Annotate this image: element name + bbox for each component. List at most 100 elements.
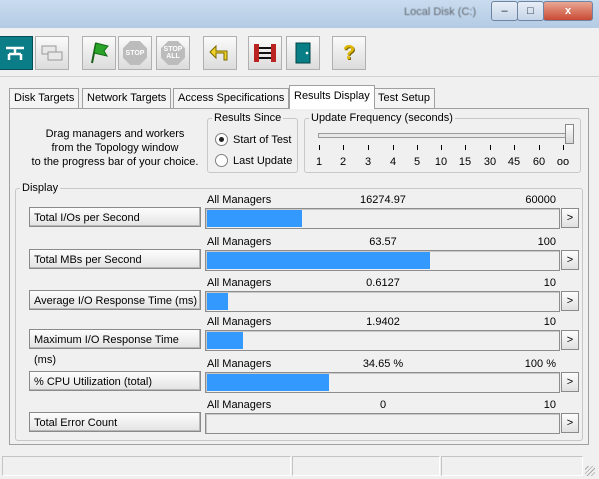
resize-grip[interactable]: [585, 466, 595, 476]
metric-button[interactable]: Total Error Count: [29, 412, 201, 432]
bar-max-value: 100: [537, 236, 556, 248]
update-frequency-legend: Update Frequency (seconds): [311, 112, 453, 124]
drag-hint: Drag managers and workers from the Topol…: [31, 128, 199, 168]
slider-tick-label: 60: [532, 156, 546, 168]
title-bar: Local Disk (C:) – □ x: [0, 0, 599, 29]
slider-tick-mark: [441, 145, 442, 150]
bar-current-value: 0: [379, 399, 387, 411]
progress-bar[interactable]: [205, 330, 560, 351]
radio-last-update[interactable]: Last Update: [215, 154, 292, 167]
expand-arrow-button[interactable]: >: [561, 250, 579, 270]
stop-icon: STOP: [123, 41, 147, 65]
slider-tick-label: 30: [483, 156, 497, 168]
bar-source-label: All Managers: [207, 236, 272, 248]
network-workers-icon: [254, 44, 276, 62]
progress-bar-fill: [207, 252, 430, 269]
stop-all-button[interactable]: STOP ALL: [156, 36, 190, 70]
return-arrow-icon: [209, 44, 228, 61]
metric-button[interactable]: % CPU Utilization (total): [29, 371, 201, 391]
progress-bar-fill: [207, 374, 329, 391]
slider-tick-mark: [368, 145, 369, 150]
bar-current-value: 1.9402: [366, 316, 400, 328]
bar-max-value: 60000: [525, 194, 556, 206]
status-pane: [441, 456, 583, 476]
slider-tick-mark: [465, 145, 466, 150]
tab-access-specifications[interactable]: Access Specifications: [173, 88, 290, 108]
stop-all-icon: STOP ALL: [161, 41, 185, 65]
help-button[interactable]: ?: [332, 36, 366, 70]
green-flag-icon: [91, 42, 109, 64]
display-legend: Display: [22, 182, 59, 194]
slider-tick-mark: [319, 145, 320, 150]
slider-tick-label: 4: [389, 156, 397, 168]
slider-tick-label: 15: [458, 156, 472, 168]
progress-bar[interactable]: [205, 208, 560, 229]
progress-bar[interactable]: [205, 291, 560, 312]
minimize-button[interactable]: –: [491, 1, 518, 21]
tab-network-targets[interactable]: Network Targets: [82, 88, 172, 108]
expand-arrow-button[interactable]: >: [561, 208, 579, 228]
close-button[interactable]: x: [543, 1, 593, 21]
slider-tick-label: 1: [315, 156, 323, 168]
reset-button[interactable]: [203, 36, 237, 70]
expand-arrow-button[interactable]: >: [561, 413, 579, 433]
slider-tick-mark: [417, 145, 418, 150]
window-title: Local Disk (C:): [404, 6, 477, 18]
stop-button[interactable]: STOP: [118, 36, 152, 70]
expand-arrow-button[interactable]: >: [561, 372, 579, 392]
disk-workers-icon: [41, 45, 63, 61]
bar-source-label: All Managers: [207, 316, 272, 328]
bar-source-label: All Managers: [207, 277, 272, 289]
bar-current-value: 34.65 %: [362, 358, 404, 370]
slider-tick-label: 2: [339, 156, 347, 168]
radio-button[interactable]: [215, 133, 228, 146]
bar-max-value: 100 %: [524, 358, 556, 370]
slider-tick-label: 45: [507, 156, 521, 168]
bar-source-label: All Managers: [207, 358, 272, 370]
slider-tick-mark: [539, 145, 540, 150]
slider-thumb[interactable]: [565, 124, 574, 144]
bar-current-value: 0.6127: [366, 277, 400, 289]
progress-bar[interactable]: [205, 250, 560, 271]
bar-current-value: 63.57: [369, 236, 397, 248]
slider-tick-label: 3: [364, 156, 372, 168]
disk-button[interactable]: [35, 36, 69, 70]
metric-button[interactable]: Total I/Os per Second: [29, 207, 201, 227]
exit-button[interactable]: [286, 36, 320, 70]
start-button[interactable]: [82, 36, 116, 70]
slider-tick-label: 5: [413, 156, 421, 168]
results-since-legend: Results Since: [214, 112, 282, 124]
radio-button[interactable]: [215, 154, 228, 167]
maximize-button[interactable]: □: [517, 1, 544, 21]
topology-icon: [5, 46, 24, 60]
slider-tick-label: oo: [556, 156, 570, 168]
bar-max-value: 10: [543, 399, 556, 411]
progress-bar[interactable]: [205, 372, 560, 393]
bar-source-label: All Managers: [207, 194, 272, 206]
progress-bar[interactable]: [205, 413, 560, 434]
status-bar: [0, 454, 599, 479]
bar-max-value: 10: [543, 316, 556, 328]
expand-arrow-button[interactable]: >: [561, 291, 579, 311]
toolbar: STOP STOP ALL ?: [0, 28, 599, 77]
metric-button[interactable]: Total MBs per Second: [29, 249, 201, 269]
progress-bar-fill: [207, 293, 228, 310]
progress-bar-fill: [207, 210, 302, 227]
update-frequency-slider[interactable]: [318, 133, 572, 138]
tab-results-display[interactable]: Results Display: [289, 85, 375, 109]
tab-test-setup[interactable]: Test Setup: [373, 88, 435, 108]
expand-arrow-button[interactable]: >: [561, 330, 579, 350]
workers-button[interactable]: [248, 36, 282, 70]
tab-disk-targets[interactable]: Disk Targets: [9, 88, 80, 108]
metric-button[interactable]: Average I/O Response Time (ms): [29, 290, 201, 310]
metric-button[interactable]: Maximum I/O Response Time (ms): [29, 329, 201, 366]
slider-tick-mark: [563, 145, 564, 150]
help-icon: ?: [342, 41, 356, 64]
bar-source-label: All Managers: [207, 399, 272, 411]
topology-button[interactable]: [0, 36, 33, 70]
radio-start-of-test[interactable]: Start of Test: [215, 133, 292, 146]
slider-tick-mark: [490, 145, 491, 150]
status-pane: [2, 456, 291, 476]
slider-tick-mark: [514, 145, 515, 150]
door-exit-icon: [295, 42, 311, 64]
